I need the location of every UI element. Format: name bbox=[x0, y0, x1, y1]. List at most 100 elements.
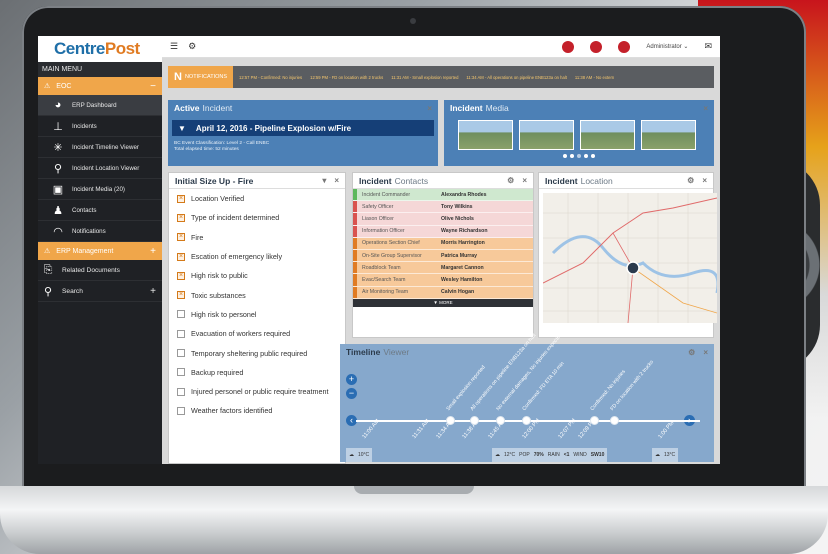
close-icon[interactable]: × bbox=[522, 176, 527, 185]
timeline-tick-label: 11:00 AM bbox=[361, 418, 381, 440]
notification-item[interactable]: 12:57 PM - Confirmed: No injuries bbox=[239, 75, 302, 80]
checkbox-checked-icon[interactable]: × bbox=[177, 213, 185, 222]
user-badge-icon[interactable] bbox=[618, 40, 631, 53]
carousel-dot[interactable] bbox=[584, 154, 588, 158]
sidebar-item-timeline-viewer[interactable]: ✳ Incident Timeline Viewer bbox=[38, 137, 162, 158]
checklist-item[interactable]: High risk to personel bbox=[169, 305, 345, 324]
sidebar-item-incidents[interactable]: ⊥ Incidents bbox=[38, 116, 162, 137]
location-map[interactable] bbox=[543, 193, 717, 323]
expand-icon[interactable]: + bbox=[150, 286, 156, 297]
sidebar-item-incident-media[interactable]: ▣ Incident Media (20) bbox=[38, 179, 162, 200]
checkbox-checked-icon[interactable]: × bbox=[177, 291, 185, 300]
close-icon[interactable]: × bbox=[703, 348, 708, 357]
contact-name: Patrica Murray bbox=[441, 252, 478, 259]
media-thumbnail[interactable] bbox=[580, 120, 635, 150]
alert-badge-icon[interactable] bbox=[562, 40, 575, 53]
zoom-out-button[interactable]: − bbox=[346, 388, 357, 399]
checkbox-icon[interactable] bbox=[177, 387, 185, 396]
checkbox-icon[interactable] bbox=[177, 406, 185, 415]
contact-row[interactable]: Evac/Search Team Wesley Hamilton bbox=[353, 274, 533, 287]
checklist-item-label: Location Verified bbox=[191, 194, 245, 204]
notification-item[interactable]: 11:38 AM - No extern bbox=[575, 75, 614, 80]
sidebar-item-contacts[interactable]: ♟ Contacts bbox=[38, 200, 162, 221]
message-badge-icon[interactable] bbox=[590, 40, 603, 53]
checklist-item[interactable]: × Escation of emergency likely bbox=[169, 247, 345, 266]
contact-row[interactable]: Liason Officer Olive Nichols bbox=[353, 213, 533, 226]
media-thumbnail[interactable] bbox=[458, 120, 513, 150]
checkbox-icon[interactable] bbox=[177, 310, 185, 319]
cloud-icon: ☁ bbox=[495, 452, 500, 458]
more-button[interactable]: ▼ MORE bbox=[353, 298, 533, 307]
zoom-in-button[interactable]: + bbox=[346, 374, 357, 385]
media-thumbnail[interactable] bbox=[519, 120, 574, 150]
contact-row[interactable]: Air Monitoring Team Calvin Hogan bbox=[353, 286, 533, 299]
checklist-item[interactable]: Temporary sheltering public required bbox=[169, 343, 345, 362]
notification-item[interactable]: 12:59 PM - FD on location with 2 trucks bbox=[310, 75, 383, 80]
timeline-event-dot[interactable] bbox=[610, 416, 619, 425]
gear-icon[interactable]: ⚙ bbox=[687, 176, 694, 185]
sidebar-item-related-documents[interactable]: ⎘ Related Documents bbox=[38, 260, 162, 281]
timeline-event-dot[interactable] bbox=[496, 416, 505, 425]
checklist-item[interactable]: × Toxic substances bbox=[169, 285, 345, 304]
admin-menu[interactable]: Administrator ⌄ bbox=[646, 43, 688, 50]
close-icon[interactable]: × bbox=[334, 176, 339, 185]
checkbox-icon[interactable] bbox=[177, 329, 185, 338]
timeline-event-dot[interactable] bbox=[522, 416, 531, 425]
checkbox-checked-icon[interactable]: × bbox=[177, 271, 185, 280]
timeline-event-dot[interactable] bbox=[446, 416, 455, 425]
contact-row[interactable]: On-Site Group Supervisor Patrica Murray bbox=[353, 249, 533, 263]
gear-icon[interactable]: ⚙ bbox=[507, 176, 514, 185]
sidebar-item-notifications[interactable]: ◠ Notifications bbox=[38, 221, 162, 242]
chat-icon[interactable]: ✉ bbox=[704, 41, 712, 52]
checklist-item[interactable]: × Type of incident determined bbox=[169, 208, 345, 227]
timeline-event-dot[interactable] bbox=[470, 416, 479, 425]
media-thumbnail[interactable] bbox=[641, 120, 696, 150]
carousel-dot[interactable] bbox=[577, 154, 581, 158]
carousel-dot[interactable] bbox=[563, 154, 567, 158]
notifications-label[interactable]: N NOTIFICATIONS bbox=[168, 66, 234, 88]
checkbox-checked-icon[interactable]: × bbox=[177, 233, 185, 242]
gear-icon[interactable]: ⚙ bbox=[688, 348, 695, 357]
close-icon[interactable]: × bbox=[703, 104, 708, 113]
checklist-item[interactable]: Weather factors identified bbox=[169, 401, 345, 420]
checklist-item[interactable]: × Location Verified bbox=[169, 189, 345, 208]
checklist-item[interactable]: × High risk to public bbox=[169, 266, 345, 285]
notification-item[interactable]: 11:34 AM - All operations on pipeline EN… bbox=[466, 75, 567, 80]
sidebar-item-search[interactable]: ⚲ Search + bbox=[38, 281, 162, 302]
checklist-item[interactable]: Evacuation of workers required bbox=[169, 324, 345, 343]
carousel-dot[interactable] bbox=[570, 154, 574, 158]
chevron-down-icon[interactable]: ▾ bbox=[322, 176, 326, 185]
contact-row[interactable]: Safety Officer Tony Wilkins bbox=[353, 201, 533, 214]
checkbox-checked-icon[interactable]: × bbox=[177, 252, 185, 261]
expand-icon[interactable]: + bbox=[150, 246, 156, 257]
collapse-icon[interactable]: − bbox=[150, 81, 156, 92]
contact-row[interactable]: Incident Commander Alexandra Rhodes bbox=[353, 189, 533, 202]
close-icon[interactable]: × bbox=[427, 104, 432, 113]
timeline-event-dot[interactable] bbox=[590, 416, 599, 425]
menu-icon[interactable]: ☰ bbox=[170, 41, 178, 52]
sidebar-section-erp-management[interactable]: ⚠ ERP Management + bbox=[38, 242, 162, 260]
contact-row[interactable]: Roadblock Team Margaret Cannon bbox=[353, 262, 533, 275]
carousel-dot[interactable] bbox=[591, 154, 595, 158]
checkbox-icon[interactable] bbox=[177, 349, 185, 358]
panel-header: Initial Size Up - Fire ▾ × bbox=[169, 173, 345, 189]
sidebar-item-erp-dashboard[interactable]: ◕ ERP Dashboard bbox=[38, 95, 162, 116]
contact-row[interactable]: Information Officer Wayne Richardson bbox=[353, 225, 533, 238]
app-logo[interactable]: Centre Post bbox=[38, 36, 162, 62]
notification-item[interactable]: 11:31 AM - Small explosion reported bbox=[391, 75, 458, 80]
close-icon[interactable]: × bbox=[702, 176, 707, 185]
checkbox-checked-icon[interactable]: × bbox=[177, 194, 185, 203]
gear-icon[interactable]: ⚙ bbox=[188, 41, 196, 52]
panel-title-light: Incident bbox=[202, 103, 233, 113]
sidebar-item-location-viewer[interactable]: ⚲ Incident Location Viewer bbox=[38, 158, 162, 179]
timeline-viewer-panel: TimelineViewer⚙× + − ‹ › 11:00 AM11:31 A… bbox=[340, 332, 714, 462]
contact-row[interactable]: Operations Section Chief Morris Harringto… bbox=[353, 237, 533, 250]
incidents-icon: ⊥ bbox=[53, 120, 63, 133]
checklist-item[interactable]: × Fire bbox=[169, 228, 345, 247]
incident-selector[interactable]: ▼ April 12, 2016 - Pipeline Explosion w/F… bbox=[172, 120, 434, 136]
checklist-item[interactable]: Injured personel or public require treat… bbox=[169, 382, 345, 401]
checkbox-icon[interactable] bbox=[177, 368, 185, 377]
sidebar-section-eoc[interactable]: ⚠ EOC − bbox=[38, 77, 162, 95]
checklist-item[interactable]: Backup required bbox=[169, 363, 345, 382]
sidebar-item-label: ERP Dashboard bbox=[72, 101, 117, 109]
